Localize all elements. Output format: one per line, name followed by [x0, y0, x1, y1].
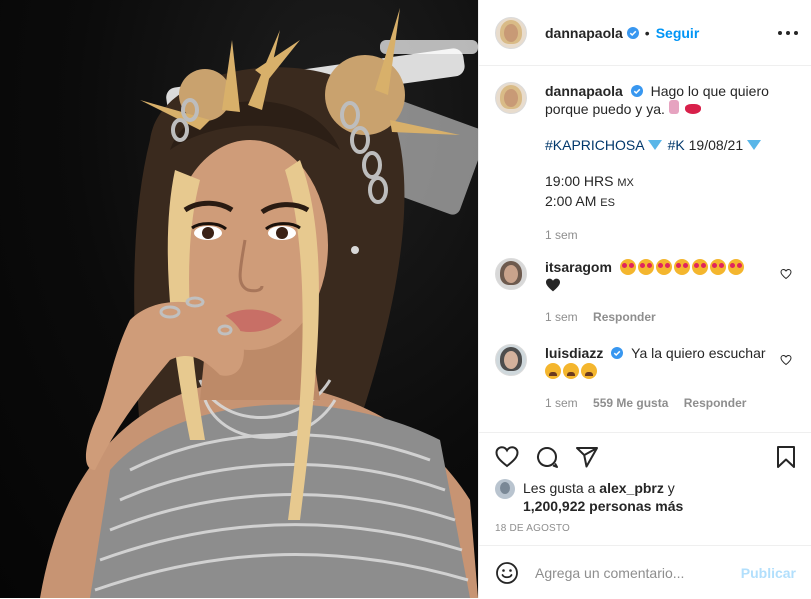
gem-emoji-icon: [747, 138, 762, 152]
comments-list[interactable]: dannapaola Hago lo que quiero porque pue…: [479, 66, 811, 432]
commenter-username[interactable]: itsaragom: [545, 259, 612, 275]
caption-meta: 1 sem: [545, 226, 796, 244]
post-photo[interactable]: [0, 0, 478, 598]
heart-eyes-emojis: [619, 259, 746, 275]
verified-badge-icon: [630, 85, 643, 97]
verified-badge-icon: [626, 26, 639, 39]
portrait-illustration: [40, 8, 478, 598]
likes-prefix: Les gusta a: [523, 480, 596, 496]
black-heart-emoji-icon: [546, 278, 560, 292]
liker-username[interactable]: alex_pbrz: [599, 480, 664, 496]
commenter-avatar[interactable]: [495, 344, 527, 376]
header-separator: •: [644, 24, 650, 41]
weary-face-emoji-icon: [581, 363, 597, 379]
add-comment-bar: Publicar: [479, 545, 811, 599]
nail-polish-emoji-icon: [668, 100, 679, 114]
caption-age[interactable]: 1 sem: [545, 228, 578, 242]
heart-eyes-emoji-icon: [691, 259, 708, 275]
like-comment-heart-icon[interactable]: [780, 268, 792, 280]
comment-bubble-icon[interactable]: [535, 445, 559, 469]
author-username[interactable]: dannapaola: [545, 25, 623, 41]
author-avatar[interactable]: [495, 16, 527, 49]
heart-eyes-emoji-icon: [673, 259, 690, 275]
liker-avatar[interactable]: [495, 479, 515, 499]
like-comment-heart-icon[interactable]: [780, 354, 792, 366]
comment-input[interactable]: [535, 564, 733, 581]
hashtag-kaprichosa[interactable]: #KAPRICHOSA: [545, 137, 644, 153]
reply-button[interactable]: Responder: [593, 310, 656, 324]
reply-button[interactable]: Responder: [684, 396, 747, 410]
commenter-username[interactable]: luisdiazz: [545, 345, 603, 361]
time-es-region: ES: [600, 197, 615, 209]
comment-text: Ya la quiero escuchar: [631, 345, 766, 361]
heart-eyes-emoji-icon: [637, 259, 654, 275]
likes-summary: Les gusta a alex_pbrz y 1,200,922 person…: [495, 479, 683, 515]
comment-age[interactable]: 1 sem: [545, 396, 578, 410]
instagram-post: dannapaola • Seguir dannapaola Hago lo q…: [0, 0, 811, 598]
more-options-icon[interactable]: [778, 24, 798, 42]
comment-meta: 1 sem 559 Me gusta Responder: [545, 394, 796, 412]
share-send-icon[interactable]: [575, 445, 599, 469]
save-bookmark-icon[interactable]: [774, 445, 798, 469]
post-date[interactable]: 18 DE AGOSTO: [495, 523, 570, 534]
follow-button[interactable]: Seguir: [656, 25, 700, 41]
emoji-smile-icon[interactable]: [495, 561, 519, 585]
kiss-lips-emoji-icon: [684, 104, 701, 114]
publish-button[interactable]: Publicar: [741, 565, 796, 581]
heart-eyes-emoji-icon: [709, 259, 726, 275]
heart-eyes-emoji-icon: [619, 259, 636, 275]
time-mx: 19:00 HRS: [545, 173, 614, 189]
post-header: dannapaola • Seguir: [479, 0, 811, 66]
verified-badge-icon: [611, 347, 624, 359]
post-details-panel: dannapaola • Seguir dannapaola Hago lo q…: [478, 0, 811, 598]
caption-username[interactable]: dannapaola: [545, 83, 623, 99]
weary-face-emoji-icon: [563, 363, 579, 379]
commenter-avatar[interactable]: [495, 258, 527, 290]
comment-likes[interactable]: 559 Me gusta: [593, 396, 668, 410]
heart-eyes-emoji-icon: [727, 259, 744, 275]
like-heart-icon[interactable]: [495, 445, 519, 469]
post-actions: Les gusta a alex_pbrz y 1,200,922 person…: [479, 432, 811, 598]
comment-item: itsaragom 1 sem Responder: [495, 258, 796, 326]
comment-item: luisdiazz Ya la quiero escuchar 1 sem 55…: [495, 344, 796, 412]
caption-author-avatar[interactable]: [495, 82, 527, 114]
release-date: 19/08/21: [688, 137, 744, 153]
comment-age[interactable]: 1 sem: [545, 310, 578, 324]
time-es: 2:00 AM: [545, 193, 597, 209]
gem-emoji-icon: [647, 138, 662, 152]
likes-connector: y: [667, 480, 675, 496]
likes-count[interactable]: 1,200,922 personas más: [523, 498, 683, 514]
hashtag-k[interactable]: #K: [668, 137, 685, 153]
time-mx-region: MX: [617, 177, 634, 189]
heart-eyes-emoji-icon: [655, 259, 672, 275]
weary-face-emoji-icon: [545, 363, 561, 379]
caption: dannapaola Hago lo que quiero porque pue…: [495, 82, 796, 244]
comment-meta: 1 sem Responder: [545, 308, 796, 326]
